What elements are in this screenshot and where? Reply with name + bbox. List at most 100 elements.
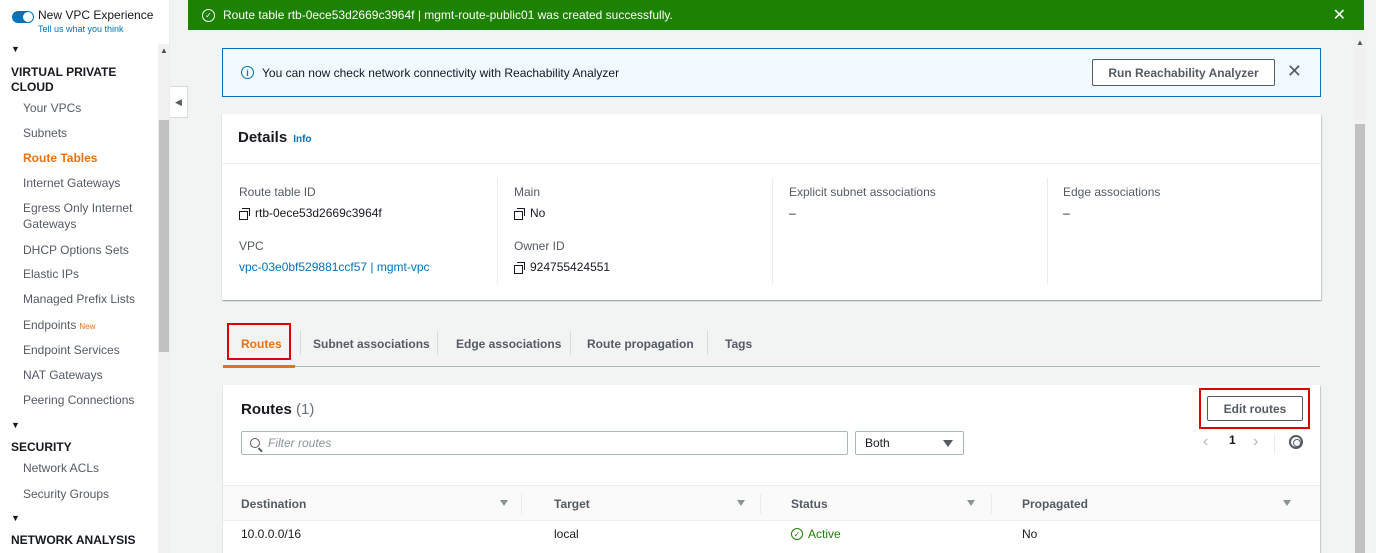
feedback-link[interactable]: Tell us what you think xyxy=(38,24,153,34)
owner-id-text: 924755424551 xyxy=(530,260,611,274)
toggle-title: New VPC Experience xyxy=(38,8,154,22)
pagination: ‹ xyxy=(1203,433,1208,451)
info-icon: i xyxy=(241,66,254,79)
sidebar-item-endpoints[interactable]: Endpoints New xyxy=(23,317,153,335)
details-heading: Details Info xyxy=(238,129,312,146)
column-divider xyxy=(1047,178,1048,284)
sidebar-item-your-vpcs[interactable]: Your VPCs xyxy=(23,100,153,116)
column-divider xyxy=(521,494,522,514)
scroll-up-arrow-icon[interactable]: ▲ xyxy=(158,46,169,55)
edge-associations-value: – xyxy=(1063,206,1070,220)
sort-icon[interactable] xyxy=(737,500,745,506)
banner-message: You can now check network connectivity w… xyxy=(262,65,620,80)
owner-id-value: 924755424551 xyxy=(514,260,610,274)
scrollbar-thumb[interactable] xyxy=(1355,124,1365,553)
sidebar-scrollbar[interactable]: ▲ xyxy=(158,44,169,553)
sidebar-item-nat-gateways[interactable]: NAT Gateways xyxy=(23,367,153,383)
new-vpc-experience-toggle[interactable]: New VPC Experience Tell us what you thin… xyxy=(12,8,153,34)
section-security: SECURITY xyxy=(11,440,72,454)
cell-target: local xyxy=(554,527,579,541)
sidebar-item-route-tables[interactable]: Route Tables xyxy=(23,150,153,166)
chevron-left-icon[interactable]: ‹ xyxy=(1203,433,1208,451)
tab-bar: Routes Subnet associations Edge associat… xyxy=(223,322,1320,368)
sort-icon[interactable] xyxy=(500,500,508,506)
column-status[interactable]: Status xyxy=(791,486,828,522)
sort-icon[interactable] xyxy=(967,500,975,506)
column-propagated[interactable]: Propagated xyxy=(1022,486,1088,522)
vpc-label: VPC xyxy=(239,239,264,253)
select-value: Both xyxy=(865,436,890,450)
explicit-subnet-label: Explicit subnet associations xyxy=(789,185,936,199)
owner-id-label: Owner ID xyxy=(514,239,565,253)
route-type-select[interactable]: Both xyxy=(855,431,964,455)
close-icon[interactable]: ✕ xyxy=(1287,61,1302,82)
caret-left-icon: ◀ xyxy=(175,96,182,107)
tab-edge-associations[interactable]: Edge associations xyxy=(456,322,561,366)
sidebar-item-security-groups[interactable]: Security Groups xyxy=(23,486,153,502)
copy-icon[interactable] xyxy=(239,207,250,220)
column-destination[interactable]: Destination xyxy=(241,486,306,522)
sidebar-item-label: Endpoints xyxy=(23,318,77,332)
section-network-analysis: NETWORK ANALYSIS xyxy=(11,533,136,547)
filter-placeholder: Filter routes xyxy=(268,436,332,450)
highlight-box xyxy=(1199,388,1310,429)
divider xyxy=(222,163,1321,164)
details-card: Details Info Route table ID rtb-0ece53d26… xyxy=(222,114,1321,300)
toggle-switch[interactable] xyxy=(12,11,34,23)
search-icon xyxy=(250,438,260,448)
edge-associations-label: Edge associations xyxy=(1063,185,1161,199)
sidebar-item-network-acls[interactable]: Network ACLs xyxy=(23,460,153,476)
pagination-next: › xyxy=(1253,433,1258,451)
copy-icon[interactable] xyxy=(514,261,525,274)
run-reachability-analyzer-button[interactable]: Run Reachability Analyzer xyxy=(1092,59,1275,86)
tab-tags[interactable]: Tags xyxy=(725,322,752,366)
divider xyxy=(1274,434,1275,454)
main-scrollbar[interactable]: ▲ xyxy=(1354,38,1366,553)
gear-icon[interactable] xyxy=(1289,435,1303,449)
active-tab-indicator xyxy=(223,365,295,368)
column-divider xyxy=(760,494,761,514)
cell-destination: 10.0.0.0/16 xyxy=(241,527,302,541)
main-label: Main xyxy=(514,185,541,199)
tab-divider xyxy=(437,331,438,355)
close-icon[interactable]: ✕ xyxy=(1333,5,1346,25)
collapse-triangle-icon[interactable]: ▼ xyxy=(11,420,20,430)
sidebar-item-prefix-lists[interactable]: Managed Prefix Lists xyxy=(23,291,153,307)
main-value: No xyxy=(514,206,545,220)
success-flash: ✓ Route table rtb-0ece53d2669c3964f | mg… xyxy=(188,0,1364,30)
flash-message: Route table rtb-0ece53d2669c3964f | mgmt… xyxy=(223,8,673,22)
copy-icon[interactable] xyxy=(514,207,525,220)
routes-title: Routes xyxy=(241,401,292,418)
sidebar-item-internet-gateways[interactable]: Internet Gateways xyxy=(23,175,153,191)
page-number[interactable]: 1 xyxy=(1229,433,1236,447)
sidebar-item-subnets[interactable]: Subnets xyxy=(23,125,153,141)
routes-card: Routes (1) Edit routes Filter routes Bot… xyxy=(223,385,1320,553)
sidebar-item-elastic-ips[interactable]: Elastic IPs xyxy=(23,266,153,282)
chevron-right-icon[interactable]: › xyxy=(1253,433,1258,451)
column-divider xyxy=(497,178,498,284)
collapse-triangle-icon[interactable]: ▼ xyxy=(11,513,20,523)
main-content: ✓ Route table rtb-0ece53d2669c3964f | mg… xyxy=(188,0,1376,553)
sidebar-item-endpoint-services[interactable]: Endpoint Services xyxy=(23,342,153,358)
sidebar-item-egress-only-gateways[interactable]: Egress Only Internet Gateways xyxy=(23,200,141,232)
info-link[interactable]: Info xyxy=(293,134,311,145)
section-vpc: VIRTUAL PRIVATE CLOUD xyxy=(11,65,117,94)
vpc-link[interactable]: vpc-03e0bf529881ccf57 | mgmt-vpc xyxy=(239,260,430,274)
column-target[interactable]: Target xyxy=(554,486,590,522)
route-table-id-text: rtb-0ece53d2669c3964f xyxy=(255,206,382,220)
tab-route-propagation[interactable]: Route propagation xyxy=(587,322,694,366)
sidebar-item-dhcp-options[interactable]: DHCP Options Sets xyxy=(23,242,153,258)
tab-subnet-associations[interactable]: Subnet associations xyxy=(313,322,430,366)
caret-down-icon xyxy=(943,440,953,447)
filter-routes-input[interactable]: Filter routes xyxy=(241,431,848,455)
sidebar-item-peering[interactable]: Peering Connections xyxy=(23,392,153,408)
routes-count: (1) xyxy=(296,401,315,418)
tab-divider xyxy=(570,331,571,355)
collapse-triangle-icon[interactable]: ▼ xyxy=(11,44,20,54)
collapse-sidebar-button[interactable]: ◀ xyxy=(170,86,188,118)
scrollbar-thumb[interactable] xyxy=(159,120,169,352)
sort-icon[interactable] xyxy=(1283,500,1291,506)
highlight-box xyxy=(227,323,291,360)
details-title: Details xyxy=(238,129,288,146)
scroll-up-arrow-icon[interactable]: ▲ xyxy=(1354,38,1366,47)
